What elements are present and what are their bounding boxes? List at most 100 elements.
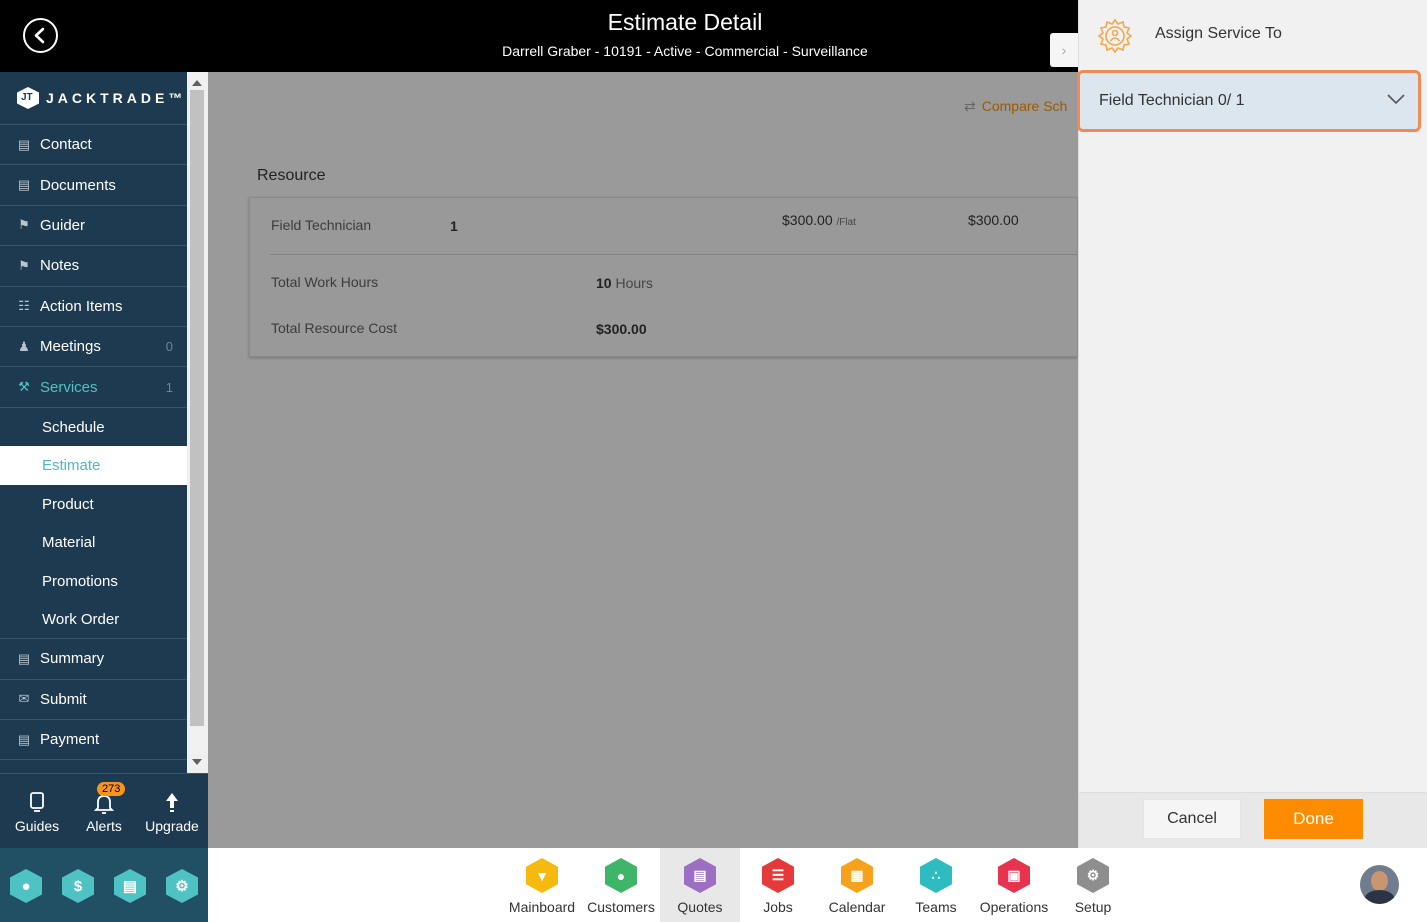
sidebar-subitem-estimate[interactable]: Estimate xyxy=(0,446,187,485)
field-technician-dropdown[interactable]: Field Technician 0/ 1 xyxy=(1077,70,1421,132)
collapse-panel-tab[interactable]: › xyxy=(1050,33,1078,67)
scrollbar-thumb[interactable] xyxy=(190,90,204,726)
sidebar-subitem-promotions[interactable]: Promotions xyxy=(0,562,187,601)
sidebar-subitem-schedule[interactable]: Schedule xyxy=(0,408,187,447)
bottom-left-app-shortcuts: ● $ ▤ ⚙ xyxy=(0,848,208,922)
dollar-app-icon[interactable]: $ xyxy=(62,869,94,903)
total-resource-cost-value: $300.00 xyxy=(596,321,647,337)
gear-person-icon xyxy=(1097,18,1133,54)
total-work-hours-value: 10 xyxy=(596,275,612,291)
sidebar-subitem-work-order[interactable]: Work Order xyxy=(0,601,187,640)
alerts-button[interactable]: Alerts xyxy=(69,792,139,834)
scroll-up-arrow[interactable] xyxy=(192,80,202,86)
alerts-label: Alerts xyxy=(86,818,122,834)
sidebar-item-services[interactable]: ⚒ Services 1 xyxy=(0,367,187,408)
user-app-icon[interactable]: ● xyxy=(10,869,42,903)
setup-gear-icon: ⚙ xyxy=(1077,858,1109,893)
sidebar-item-notes[interactable]: ⚑ Notes xyxy=(0,246,187,287)
alerts-count-badge: 273 xyxy=(97,782,126,796)
resource-qty: 1 xyxy=(450,218,458,234)
app-calendar[interactable]: ▦ Calendar xyxy=(817,848,897,922)
resource-rate: $300.00 /Flat xyxy=(782,212,856,228)
chevron-right-icon: › xyxy=(1061,42,1067,58)
user-avatar[interactable] xyxy=(1360,865,1399,904)
done-button[interactable]: Done xyxy=(1264,799,1363,839)
compare-schedule-link[interactable]: ⇄ Compare Sch xyxy=(964,98,1078,115)
sidebar-item-summary[interactable]: ▤ Summary xyxy=(0,639,187,680)
sidebar-item-documents[interactable]: ▤ Documents xyxy=(0,165,187,206)
meetings-icon: ♟ xyxy=(18,338,30,354)
upgrade-button[interactable]: Upgrade xyxy=(137,792,207,834)
bottom-left-dock: Guides Alerts 273 Upgrade xyxy=(0,773,208,848)
assign-service-panel: Assign Service To Field Technician 0/ 1 … xyxy=(1077,0,1427,848)
submit-icon: ✉ xyxy=(18,691,30,707)
resource-name: Field Technician xyxy=(271,217,372,233)
documents-icon: ▤ xyxy=(17,177,31,193)
avatar-body xyxy=(1364,890,1395,904)
panel-header: Assign Service To xyxy=(1079,0,1427,70)
top-header: Estimate Detail Darrell Graber - 10191 -… xyxy=(0,0,1078,72)
app-customers[interactable]: ● Customers xyxy=(581,848,661,922)
swap-arrows-icon: ⇄ xyxy=(964,98,976,114)
mainboard-icon: ▼ xyxy=(526,858,558,893)
guides-label: Guides xyxy=(14,818,60,834)
sidebar-item-submit[interactable]: ✉ Submit xyxy=(0,680,187,721)
sidebar-item-label: Notes xyxy=(40,257,80,275)
sidebar-item-label: Contact xyxy=(40,136,92,154)
app-setup[interactable]: ⚙ Setup xyxy=(1053,848,1133,922)
upgrade-label: Upgrade xyxy=(145,818,199,834)
sidebar-item-meetings[interactable]: ♟ Meetings 0 xyxy=(0,327,187,368)
total-work-hours: 10 Hours xyxy=(596,275,653,291)
app-operations[interactable]: ▣ Operations xyxy=(974,848,1054,922)
logo-text: JACKTRADE™ xyxy=(46,90,187,106)
total-resource-cost-label: Total Resource Cost xyxy=(271,320,398,336)
sidebar-scrollbar[interactable] xyxy=(187,72,208,773)
signpost-icon: ⚑ xyxy=(18,257,30,273)
services-icon: ⚒ xyxy=(18,379,30,395)
dropdown-label: Field Technician 0/ 1 xyxy=(1099,92,1245,109)
operations-icon: ▣ xyxy=(998,858,1030,893)
sidebar-item-label: Submit xyxy=(40,690,87,708)
customers-icon: ● xyxy=(605,858,637,893)
sidebar-item-label: Meetings xyxy=(40,338,101,356)
workflow-app-icon[interactable]: ⚙ xyxy=(166,869,198,903)
sidebar-item-guider[interactable]: ⚑ Guider xyxy=(0,206,187,247)
card-divider xyxy=(270,254,1079,255)
sidebar-subitem-material[interactable]: Material xyxy=(0,524,187,563)
cancel-button[interactable]: Cancel xyxy=(1143,799,1241,839)
total-work-hours-label: Total Work Hours xyxy=(271,274,379,290)
compare-link-label: Compare Sch xyxy=(981,98,1068,114)
app-mainboard[interactable]: ▼ Mainboard xyxy=(502,848,582,922)
chevron-down-icon xyxy=(1387,94,1405,105)
clipboard-icon: ☷ xyxy=(18,298,30,314)
jobs-icon: ☰ xyxy=(762,858,794,893)
calendar-icon: ▦ xyxy=(841,858,873,893)
sidebar-item-contact[interactable]: ▤ Contact xyxy=(0,125,187,166)
quotes-icon: ▤ xyxy=(684,858,716,893)
guides-icon xyxy=(2,792,72,818)
summary-icon: ▤ xyxy=(17,650,31,666)
jacktrade-logo[interactable]: JT JACKTRADE™ xyxy=(0,72,187,125)
resource-rate-unit: /Flat xyxy=(836,217,856,228)
contact-book-icon: ▤ xyxy=(17,136,31,152)
guides-button[interactable]: Guides xyxy=(2,792,72,834)
sidebar-item-label: Summary xyxy=(40,650,105,668)
sidebar-subitem-product[interactable]: Product xyxy=(0,485,187,524)
services-count: 1 xyxy=(165,379,173,395)
sidebar-item-label: Guider xyxy=(40,216,86,234)
sidebar-item-label: Payment xyxy=(40,731,100,749)
total-work-hours-unit: Hours xyxy=(615,275,653,291)
payment-icon: ▤ xyxy=(17,731,31,747)
scroll-down-arrow[interactable] xyxy=(192,759,202,765)
jacktrade-logo-icon: JT xyxy=(17,87,39,109)
upgrade-arrow-icon xyxy=(137,792,207,818)
meetings-count: 0 xyxy=(165,339,173,355)
signpost-icon: ⚑ xyxy=(18,217,30,233)
panel-title: Assign Service To xyxy=(1155,25,1282,42)
resource-section-title: Resource xyxy=(257,167,326,184)
quote-app-icon[interactable]: ▤ xyxy=(114,869,146,903)
sidebar-item-action-items[interactable]: ☷ Action Items xyxy=(0,287,187,327)
app-jobs[interactable]: ☰ Jobs xyxy=(738,848,818,922)
bottom-app-bar: ▼ Mainboard ● Customers ▤ Quotes ☰ Jobs … xyxy=(208,848,1427,922)
sidebar-item-payment[interactable]: ▤ Payment xyxy=(0,720,187,761)
